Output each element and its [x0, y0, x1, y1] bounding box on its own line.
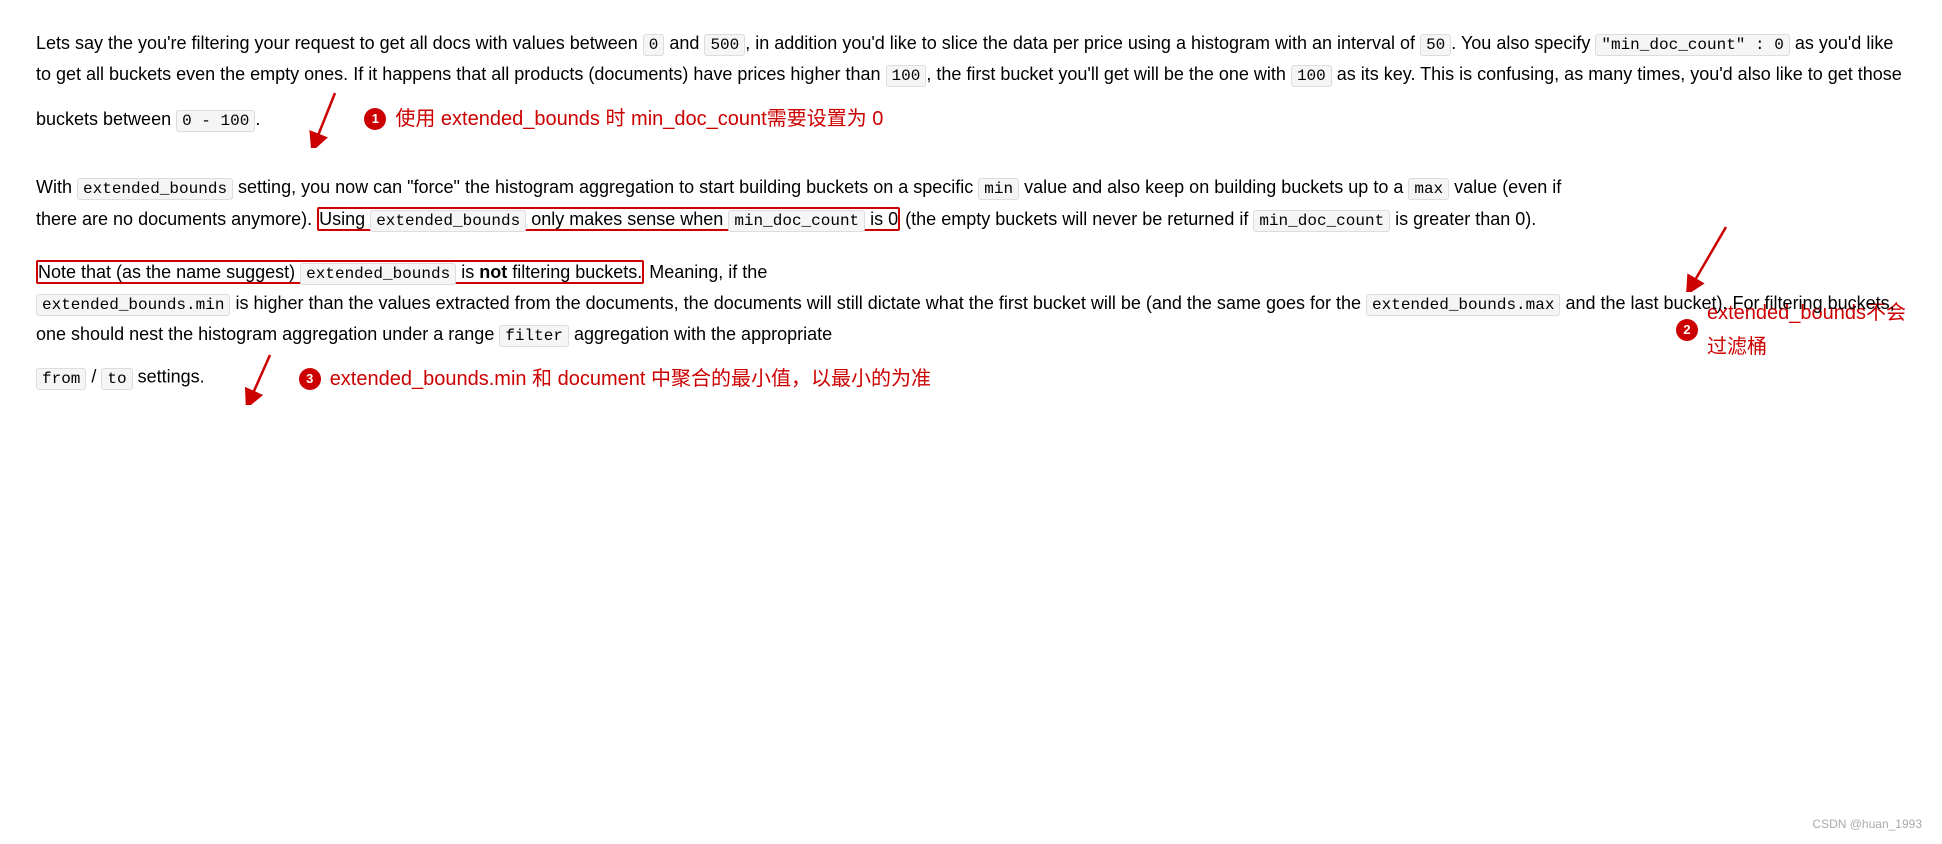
highlight-box-2: Note that (as the name suggest) extended… [36, 260, 644, 284]
code-from: from [36, 368, 86, 390]
arrow-1-icon [305, 88, 355, 148]
main-content: Lets say the you're filtering your reque… [36, 28, 1906, 405]
code-100b: 100 [1291, 65, 1332, 87]
not-bold: not [479, 262, 507, 282]
p2-text: With extended_bounds setting, you now ca… [36, 177, 1561, 228]
code-0: 0 [643, 34, 665, 56]
code-min-doc-count-2: min_doc_count [728, 210, 865, 232]
code-extended-bounds: extended_bounds [77, 178, 233, 200]
annotation-1-group: 1 使用 extended_bounds 时 min_doc_count需要设置… [364, 102, 883, 136]
code-0-100: 0 - 100 [176, 110, 255, 132]
code-extended-bounds-3: extended_bounds [300, 263, 456, 285]
paragraph-1: Lets say the you're filtering your reque… [36, 28, 1906, 150]
annotation-circle-3: 3 [299, 368, 321, 390]
code-min-doc-count: "min_doc_count" : 0 [1595, 34, 1789, 56]
code-500: 500 [704, 34, 745, 56]
code-to: to [101, 368, 132, 390]
code-50: 50 [1420, 34, 1451, 56]
watermark: CSDN @huan_1993 [1812, 814, 1922, 834]
code-max: max [1408, 178, 1449, 200]
as-text: as [1795, 33, 1814, 53]
annotation-circle-1: 1 [364, 108, 386, 130]
code-min: min [978, 178, 1019, 200]
highlight-box-1: Using extended_bounds only makes sense w… [317, 207, 900, 231]
code-extended-bounds-2: extended_bounds [370, 210, 526, 232]
paragraph-3: Note that (as the name suggest) extended… [36, 257, 1906, 406]
arrow-3-icon [240, 350, 290, 405]
code-filter: filter [499, 325, 569, 347]
paragraph-2: With extended_bounds setting, you now ca… [36, 172, 1906, 234]
code-100a: 100 [886, 65, 927, 87]
annotation-3-text: extended_bounds.min 和 document 中聚合的最小值，以… [330, 362, 931, 396]
code-extended-bounds-max: extended_bounds.max [1366, 294, 1560, 316]
annotation-1-text: 使用 extended_bounds 时 min_doc_count需要设置为 … [395, 102, 883, 136]
annotation-1-container: 1 使用 extended_bounds 时 min_doc_count需要设置… [305, 88, 883, 148]
annotation-3-container: 3 extended_bounds.min 和 document 中聚合的最小值… [240, 350, 931, 405]
code-extended-bounds-min: extended_bounds.min [36, 294, 230, 316]
annotation-3-group: 3 extended_bounds.min 和 document 中聚合的最小值… [299, 362, 931, 396]
code-min-doc-count-3: min_doc_count [1253, 210, 1390, 232]
